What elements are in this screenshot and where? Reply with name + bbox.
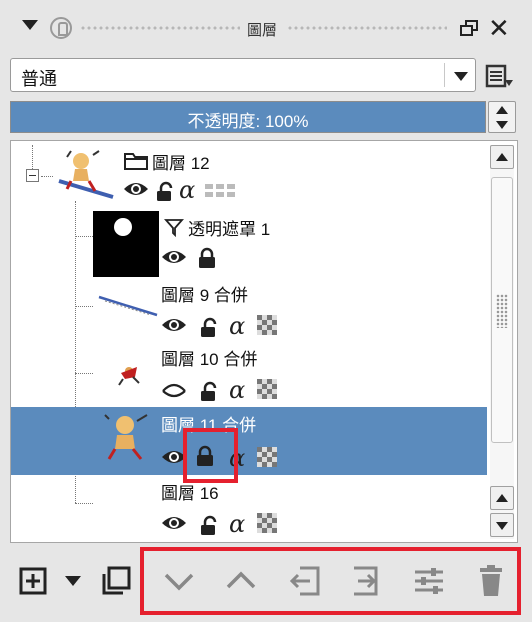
layer-properties: α: [123, 178, 283, 204]
checkerboard-icon[interactable]: [257, 379, 277, 404]
chevron-up-icon: [226, 571, 256, 589]
lock-icon[interactable]: [199, 381, 219, 408]
layer-row-11-selected[interactable]: 圖層 11 合併 α: [11, 407, 487, 475]
scroll-up-button[interactable]: [490, 145, 514, 169]
layer-properties: α: [161, 378, 301, 404]
title-drag-handle[interactable]: [80, 24, 240, 32]
scroll-down-button[interactable]: [490, 513, 514, 537]
eye-closed-icon[interactable]: [161, 379, 187, 404]
scroll-up-button-bottom[interactable]: [490, 486, 514, 510]
layer-thumbnail: [53, 147, 119, 199]
checkerboard-icon[interactable]: [257, 447, 277, 472]
alpha-lock-icon[interactable]: α: [229, 512, 245, 536]
layer-row-16[interactable]: 圖層 16 α: [11, 475, 487, 541]
chevron-down-icon: [65, 576, 81, 586]
alpha-lock-icon[interactable]: α: [229, 314, 245, 338]
eye-icon[interactable]: [161, 315, 187, 340]
layer-name: 圖層 10 合併: [161, 350, 258, 369]
add-layer-menu-button[interactable]: [64, 574, 82, 593]
layer-name: 透明遮罩 1: [188, 220, 271, 239]
opacity-spinbox[interactable]: [488, 101, 516, 133]
layer-thumbnail: [95, 345, 161, 403]
layer-properties: α: [161, 512, 301, 538]
layer-properties: [161, 247, 241, 271]
move-into-group-button[interactable]: [350, 564, 384, 603]
layer-thumbnail: [104, 414, 148, 460]
layers-scrollbar[interactable]: [490, 145, 514, 539]
duplicate-icon: [102, 566, 131, 595]
layer-name: 圖層 9 合併: [161, 286, 248, 305]
alpha-lock-icon[interactable]: α: [229, 378, 245, 402]
inherit-alpha-icon[interactable]: [205, 184, 235, 203]
close-icon[interactable]: ✕: [488, 13, 510, 43]
lock-icon[interactable]: [199, 515, 219, 542]
grip-icon: [496, 294, 508, 328]
lock-icon[interactable]: [199, 317, 219, 344]
spin-up-icon[interactable]: [496, 106, 508, 114]
list-options-icon: [485, 64, 513, 88]
folder-icon: [124, 153, 148, 170]
checkerboard-icon[interactable]: [257, 513, 277, 538]
list-options-button[interactable]: [484, 62, 514, 90]
layer-name: 圖層 12: [152, 154, 210, 173]
blend-mode-select[interactable]: 普通: [10, 58, 476, 92]
docker-title-bar: 圖層 ✕: [0, 0, 532, 56]
add-layer-icon: [19, 567, 47, 595]
move-layer-down-button[interactable]: [162, 566, 196, 601]
dropdown-arrow-icon: [454, 72, 468, 81]
eye-icon[interactable]: [123, 179, 149, 204]
scrollbar-thumb[interactable]: [491, 177, 513, 443]
alpha-lock-icon[interactable]: α: [179, 178, 195, 202]
mask-thumbnail: [93, 211, 159, 277]
indent-icon: [354, 566, 378, 596]
eye-icon[interactable]: [161, 247, 187, 272]
chevron-down-icon: [164, 573, 194, 591]
sliders-icon: [415, 568, 443, 594]
eye-icon[interactable]: [161, 513, 187, 538]
duplicate-layer-button[interactable]: [100, 565, 132, 602]
layer-properties: α: [161, 314, 301, 340]
layer-thumbnail: [95, 279, 161, 339]
chevron-up-icon: [496, 153, 508, 161]
move-out-of-group-button[interactable]: [288, 564, 322, 603]
lock-highlight-box: [183, 428, 238, 483]
float-window-icon[interactable]: [460, 20, 478, 36]
layer-actions-highlight-box: [140, 547, 521, 615]
title-drag-handle-right[interactable]: [287, 24, 447, 32]
pin-icon[interactable]: [50, 17, 72, 39]
opacity-slider[interactable]: 不透明度: 100%: [10, 101, 486, 133]
spin-down-icon[interactable]: [496, 121, 508, 129]
move-layer-up-button[interactable]: [224, 566, 258, 601]
docker-title: 圖層: [247, 22, 278, 39]
layer-row-9[interactable]: 圖層 9 合併 α: [11, 277, 487, 343]
layers-list[interactable]: 圖層 12 α 透明遮罩 1 圖層 9 合併 α 圖層 10 合併 α 圖層 1…: [10, 140, 518, 543]
delete-layer-button[interactable]: [476, 563, 506, 604]
lock-icon[interactable]: [155, 181, 175, 208]
filter-icon: [164, 219, 184, 237]
layer-properties-button[interactable]: [412, 564, 446, 603]
trash-icon: [480, 565, 502, 596]
layer-row-group-12[interactable]: 圖層 12 α: [11, 145, 487, 209]
add-layer-button[interactable]: [18, 566, 48, 601]
divider: [444, 63, 445, 87]
opacity-label: 不透明度: 100%: [187, 112, 309, 131]
layer-row-mask-1[interactable]: 透明遮罩 1: [11, 209, 487, 277]
layer-thumbnail: [95, 477, 161, 533]
checkerboard-icon[interactable]: [257, 315, 277, 340]
collapse-triangle-icon[interactable]: [22, 20, 38, 30]
chevron-down-icon: [496, 522, 508, 530]
outdent-icon: [289, 566, 320, 596]
lock-icon[interactable]: [197, 247, 217, 274]
chevron-up-icon: [496, 494, 508, 502]
blend-mode-value: 普通: [21, 69, 57, 89]
layer-row-10[interactable]: 圖層 10 合併 α: [11, 343, 487, 407]
